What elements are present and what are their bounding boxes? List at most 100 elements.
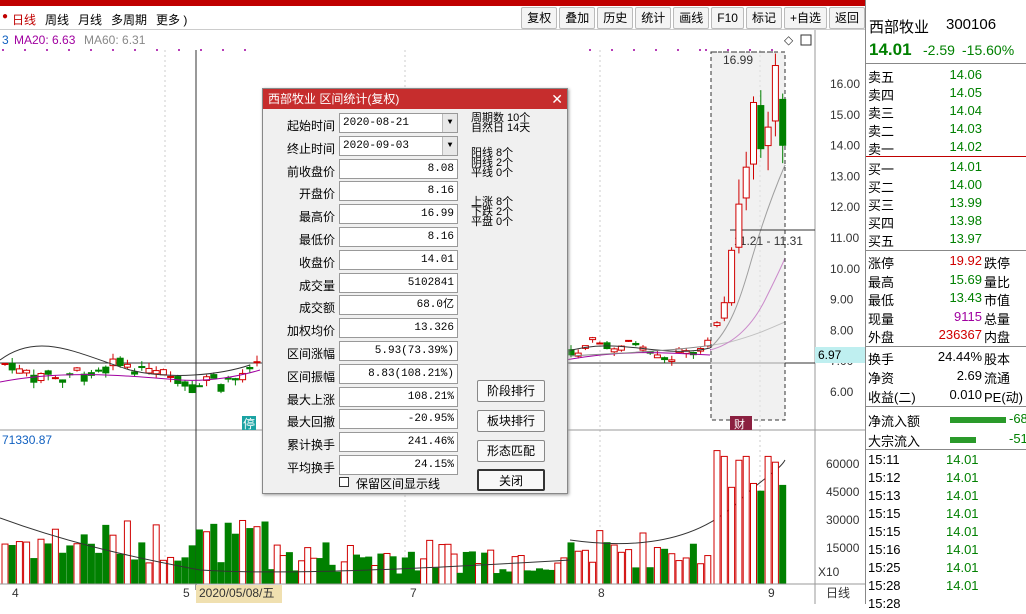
back-button[interactable]: 返回 xyxy=(828,7,865,29)
sector-rank-button[interactable]: 板块排行 xyxy=(477,410,545,432)
signal-dot xyxy=(2,49,4,51)
tick-time: 15:12 xyxy=(868,470,901,485)
candle-body xyxy=(73,367,81,371)
candle-body xyxy=(116,357,124,367)
volume-bar xyxy=(389,556,397,585)
candle-body xyxy=(253,361,261,364)
candle-body xyxy=(231,378,239,381)
signal-dot xyxy=(112,49,114,51)
interval-candle xyxy=(779,98,787,146)
ask-row[interactable]: 卖三 14.04 xyxy=(866,103,1026,121)
volume-bar xyxy=(560,557,568,585)
mark-button[interactable]: 标记 xyxy=(745,7,782,29)
panel-toggle-icon[interactable] xyxy=(800,34,812,46)
signal-dot xyxy=(244,49,246,51)
stat-label-right: 流通 xyxy=(984,371,1011,386)
field-row: 收盘价 14.01 xyxy=(263,249,463,272)
ask-price: 14.06 xyxy=(949,67,982,82)
volume-bar xyxy=(395,573,403,585)
stage-rank-button[interactable]: 阶段排行 xyxy=(477,380,545,402)
field-value: -20.95% xyxy=(339,409,458,430)
bid-price: 13.99 xyxy=(949,195,982,210)
volume-bar xyxy=(581,549,589,585)
volume-bar xyxy=(661,548,669,585)
stat-row: 换手 24.44% 股本 xyxy=(866,349,1026,367)
bid-row[interactable]: 买一 14.01 xyxy=(866,159,1026,177)
chevron-down-icon[interactable]: ▼ xyxy=(442,136,457,155)
keep-range-checkbox[interactable] xyxy=(339,477,349,487)
tab-multi-period[interactable]: 多周期 xyxy=(111,11,147,28)
price-tick: 16.00 xyxy=(830,77,860,91)
tick-row: 15:15 14.01 xyxy=(866,524,1026,542)
bid-row[interactable]: 买二 14.00 xyxy=(866,177,1026,195)
stat-value: 19.92 xyxy=(949,253,982,268)
volume-bar xyxy=(95,552,103,585)
tab-monthly[interactable]: 月线 xyxy=(78,11,102,28)
field-row: 成交量 5102841 xyxy=(263,272,463,295)
volume-bar xyxy=(536,568,543,585)
tab-weekly[interactable]: 周线 xyxy=(45,11,69,28)
chevron-down-icon[interactable]: ▼ xyxy=(442,114,457,132)
candle-body xyxy=(610,348,618,353)
pattern-match-button[interactable]: 形态匹配 xyxy=(477,440,545,462)
date-picker[interactable]: 2020-08-21 ▼ xyxy=(339,113,458,133)
add-watchlist-button[interactable]: +自选 xyxy=(783,7,827,29)
volume-bar xyxy=(475,563,482,585)
candle-body xyxy=(15,368,23,374)
candle-body xyxy=(589,337,597,341)
volume-bar xyxy=(224,522,232,585)
volume-bar xyxy=(625,549,633,585)
ma20-line-mid xyxy=(564,352,711,361)
ask-row[interactable]: 卖一 14.02 xyxy=(866,139,1026,157)
interval-volume-bar xyxy=(735,459,743,585)
bid-row[interactable]: 买五 13.97 xyxy=(866,231,1026,249)
tab-daily[interactable]: 日线 xyxy=(12,11,36,28)
field-row: 前收盘价 8.08 xyxy=(263,158,463,181)
candle-body xyxy=(625,339,633,342)
range-label: 11.21 - 11.31 xyxy=(734,234,803,248)
draw-button[interactable]: 画线 xyxy=(673,7,710,29)
date-tick: 9 xyxy=(768,586,775,600)
bid-row[interactable]: 买四 13.98 xyxy=(866,213,1026,231)
stats-button[interactable]: 统计 xyxy=(635,7,672,29)
stat-value: 0.010 xyxy=(949,387,982,402)
field-value: 14.01 xyxy=(339,249,458,270)
candle-body xyxy=(152,370,160,375)
close-icon[interactable]: ✕ xyxy=(551,89,563,109)
ask-row[interactable]: 卖四 14.05 xyxy=(866,85,1026,103)
history-button[interactable]: 历史 xyxy=(597,7,634,29)
bid-price: 13.97 xyxy=(949,231,982,246)
volume-bar xyxy=(253,526,261,585)
field-value: 8.16 xyxy=(339,227,458,247)
candle-body xyxy=(51,377,59,380)
field-value: 5102841 xyxy=(339,272,458,293)
signal-dot xyxy=(222,49,224,51)
field-row: 开盘价 8.16 xyxy=(263,181,463,203)
ask-row[interactable]: 卖五 14.06 xyxy=(866,67,1026,85)
close-button[interactable]: 关闭 xyxy=(477,469,545,491)
flow-bar xyxy=(950,437,976,443)
volume-bar xyxy=(542,569,550,585)
restore-rights-button[interactable]: 复权 xyxy=(521,7,558,29)
candle-body xyxy=(159,369,167,376)
field-row: 最低价 8.16 xyxy=(263,227,463,249)
tab-more[interactable]: 更多 ) xyxy=(156,11,187,28)
date-tick: 7 xyxy=(410,586,417,600)
diamond-icon[interactable]: ◇ xyxy=(784,33,794,47)
candle-body xyxy=(8,362,16,371)
stat-line: 平盘 0个 xyxy=(471,216,514,228)
date-picker[interactable]: 2020-09-03 ▼ xyxy=(339,135,458,156)
interval-volume-bar xyxy=(779,484,787,585)
signal-dot xyxy=(90,49,92,51)
ask-row[interactable]: 卖二 14.03 xyxy=(866,121,1026,139)
volume-bar xyxy=(420,558,428,585)
f10-button[interactable]: F10 xyxy=(711,7,744,29)
last-price: 14.01 xyxy=(869,40,912,59)
volume-bar xyxy=(456,572,464,585)
bid-row[interactable]: 买三 13.99 xyxy=(866,195,1026,213)
overlay-button[interactable]: 叠加 xyxy=(559,7,596,29)
volume-tick: 45000 xyxy=(826,485,860,499)
volume-tick: 30000 xyxy=(826,513,860,527)
candle-body xyxy=(596,342,604,345)
dialog-title-bar[interactable]: 西部牧业 区间统计(复权) ✕ xyxy=(263,89,567,109)
